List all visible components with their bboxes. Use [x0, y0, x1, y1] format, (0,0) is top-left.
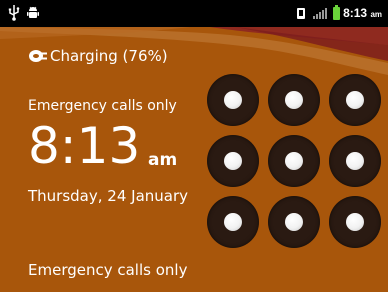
status-bar: 8:13 am — [0, 0, 388, 27]
pattern-dot-3[interactable] — [329, 74, 381, 126]
pattern-dot-5[interactable] — [268, 135, 320, 187]
pattern-dot-1[interactable] — [207, 74, 259, 126]
pattern-dot-8[interactable] — [268, 196, 320, 248]
pattern-lock-grid[interactable] — [207, 74, 381, 248]
charging-text: Charging (76%) — [50, 47, 168, 65]
pattern-dot-6[interactable] — [329, 135, 381, 187]
lock-clock: 8:13 am — [28, 116, 177, 176]
status-bar-ampm: am — [370, 10, 382, 19]
status-bar-time: 8:13 — [343, 6, 368, 20]
status-bar-clock: 8:13 am — [343, 6, 382, 20]
sim-icon — [297, 8, 305, 19]
pattern-dot-9[interactable] — [329, 196, 381, 248]
pattern-dot-7[interactable] — [207, 196, 259, 248]
pattern-dot-2[interactable] — [268, 74, 320, 126]
charging-icon — [29, 50, 47, 62]
status-bar-right: 8:13 am — [262, 0, 382, 27]
android-icon — [27, 6, 39, 18]
usb-icon — [8, 5, 20, 21]
emergency-calls-label: Emergency calls only — [28, 98, 177, 114]
emergency-calls-footer: Emergency calls only — [28, 261, 188, 279]
battery-charging-icon — [333, 5, 340, 20]
lock-screen: 8:13 am Charging (76%) Emergency calls o… — [0, 0, 388, 292]
signal-icon — [313, 8, 327, 19]
pattern-dot-4[interactable] — [207, 135, 259, 187]
clock-ampm: am — [148, 150, 178, 170]
date-label: Thursday, 24 January — [28, 187, 189, 205]
clock-time: 8:13 — [28, 117, 141, 175]
